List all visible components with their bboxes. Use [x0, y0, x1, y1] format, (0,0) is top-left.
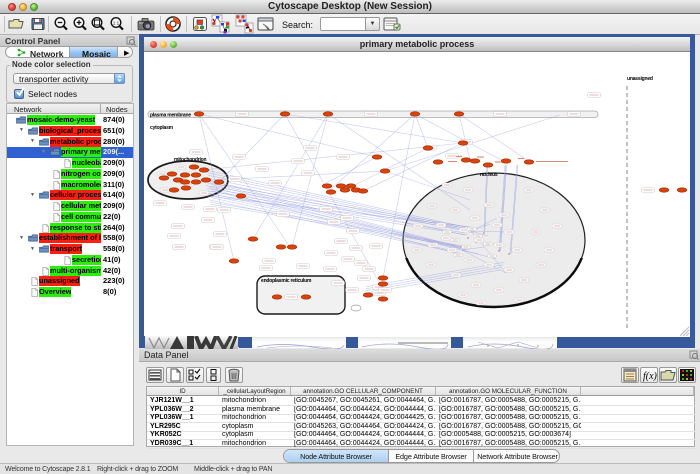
svg-text:cytoplasm: cytoplasm [150, 125, 174, 131]
svg-text:endoplasmic reticulum: endoplasmic reticulum [261, 278, 312, 284]
svg-text:f(x): f(x) [643, 371, 657, 382]
svg-text:1:1: 1:1 [113, 21, 120, 26]
svg-text:plasma membrane: plasma membrane [150, 113, 191, 119]
svg-text:nucleus: nucleus [480, 172, 498, 178]
svg-text:unassigned: unassigned [627, 76, 653, 82]
svg-text:mitochondrion: mitochondrion [174, 157, 207, 163]
